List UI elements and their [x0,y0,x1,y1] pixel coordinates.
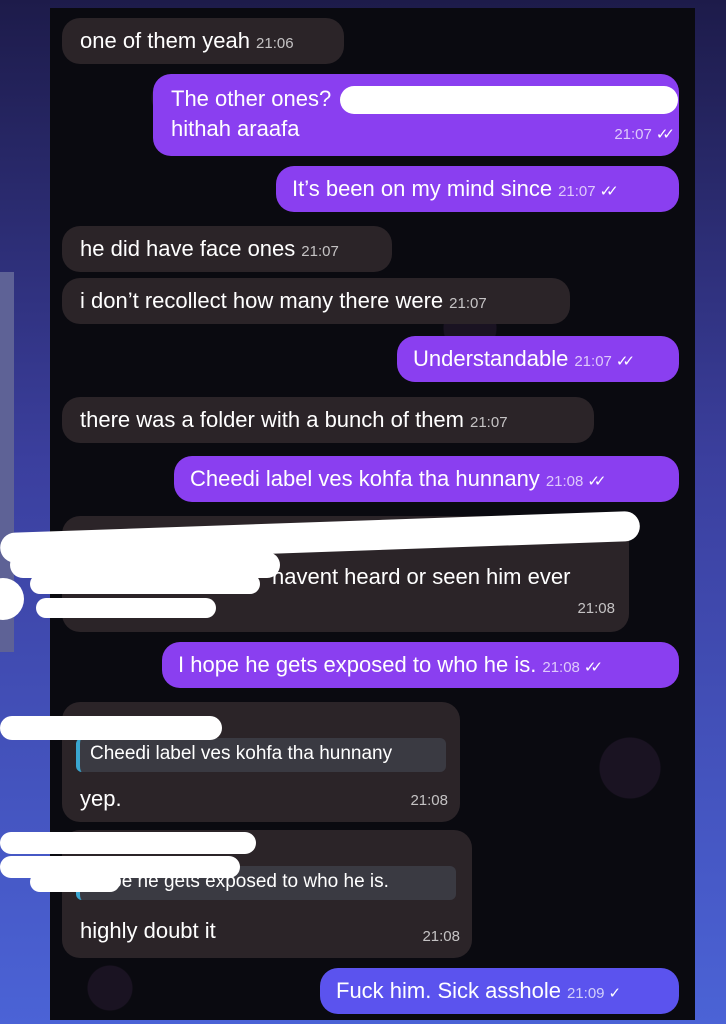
message-text: havent heard or seen him ever [272,564,571,589]
message-text: hithah araafa [171,116,300,141]
redaction-scribble [0,716,222,740]
redaction-scribble [340,86,678,114]
message-text: there was a folder with a bunch of them [80,407,464,432]
read-ticks-icon: ✓✓ [615,353,635,370]
message-text: Understandable [413,346,569,371]
read-ticks-icon: ✓✓ [583,659,603,676]
message-time: 21:08 [545,473,584,490]
message-text: he did have face ones [80,236,296,261]
message-outgoing[interactable]: Cheedi label ves kohfa tha hunnany 21:08 ✓… [174,456,679,502]
redaction-scribble [0,832,256,854]
read-ticks-icon: ✓✓ [655,126,675,143]
message-time: 21:08 [410,792,448,809]
message-time: 21:07 [614,126,652,143]
read-ticks-icon: ✓✓ [599,183,619,200]
message-time: 21:08 [542,659,580,676]
message-text: i don’t recollect how many there were [80,288,444,313]
message-time: 21:07 [558,183,596,200]
message-outgoing[interactable]: Understandable 21:07 ✓✓ [397,336,679,382]
read-ticks-icon: ✓✓ [587,473,606,490]
redaction-scribble [30,574,260,594]
message-text: highly doubt it [80,918,216,943]
message-text: one of them yeah [80,28,251,53]
message-text: yep. [80,786,122,811]
message-incoming[interactable]: one of them yeah 21:06 [62,18,344,64]
message-time: 21:07 [301,243,339,260]
message-text: Fuck him. Sick asshole [336,978,561,1003]
message-text: I hope he gets exposed to who he is. [178,652,537,677]
message-time: 21:06 [256,35,294,52]
message-time: 21:08 [577,600,615,617]
delivered-tick-icon: ✓ [608,985,621,1002]
message-time: 21:08 [422,928,460,945]
message-time: 21:07 [470,414,508,431]
message-time: 21:07 [574,353,612,370]
message-incoming[interactable]: he did have face ones 21:07 [62,226,392,272]
message-outgoing[interactable]: I hope he gets exposed to who he is. 21:0… [162,642,679,688]
message-text: Cheedi label ves kohfa tha hunnany [190,466,540,491]
redaction-scribble [30,872,120,892]
message-text: It’s been on my mind since [292,176,553,201]
message-time: 21:09 [566,985,605,1002]
message-outgoing[interactable]: It’s been on my mind since 21:07 ✓✓ [276,166,679,212]
message-outgoing[interactable]: Fuck him. Sick asshole 21:09 ✓ [320,968,679,1014]
message-incoming[interactable]: there was a folder with a bunch of them 2… [62,397,594,443]
reply-quote[interactable]: Cheedi label ves kohfa tha hunnany [76,738,446,772]
reply-quote-text: Cheedi label ves kohfa tha hunnany [90,743,393,764]
redaction-scribble [0,578,24,620]
redaction-scribble [36,598,216,618]
message-time: 21:07 [449,295,487,312]
message-incoming[interactable]: i don’t recollect how many there were 21:… [62,278,570,324]
